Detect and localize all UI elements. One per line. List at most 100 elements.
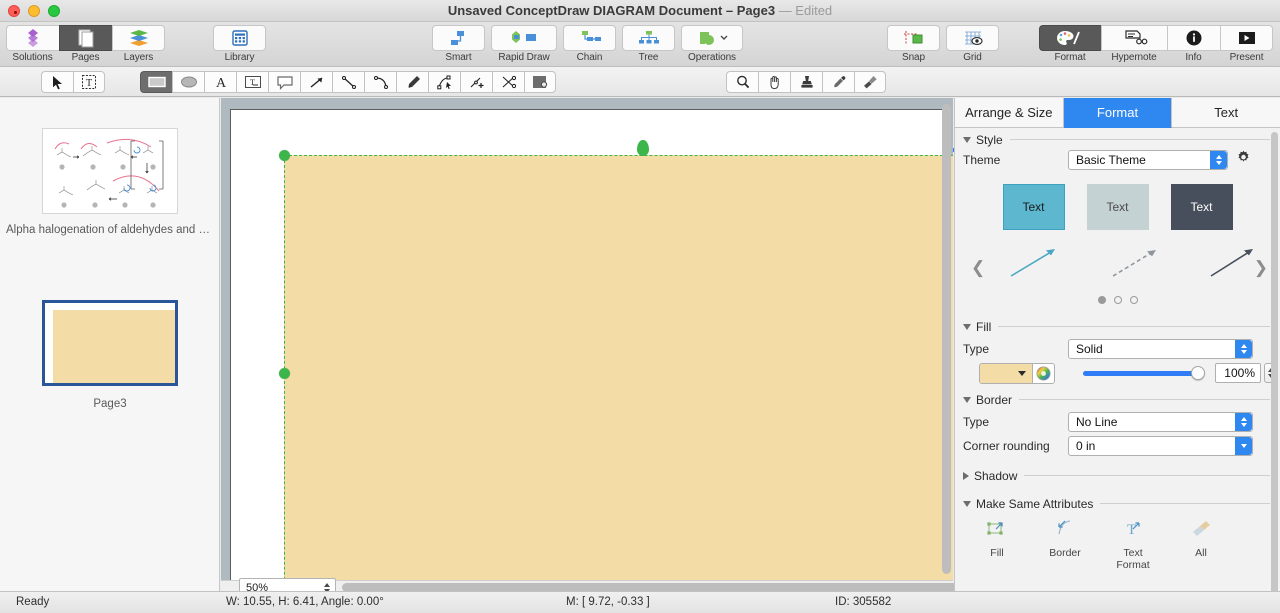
make-same-fill-button[interactable]: Fill (971, 518, 1023, 571)
edit-points-tool-icon[interactable] (428, 71, 460, 93)
section-header-border[interactable]: Border (955, 391, 1280, 408)
selection-handle-middle-left[interactable] (279, 368, 290, 379)
disclosure-triangle-down-icon[interactable] (963, 323, 971, 330)
panels-group: Solutions Pages Layers (6, 25, 165, 65)
shadow-tool-icon[interactable] (524, 71, 556, 93)
page-thumbnail-item-1[interactable]: Alpha halogenation of aldehydes and k… (0, 128, 220, 236)
selection-handle-top-left[interactable] (279, 150, 290, 161)
theme-select-arrows[interactable] (1210, 151, 1227, 169)
toolbar-button-format[interactable]: Format (1039, 25, 1101, 65)
toolbar-button-rapid-draw[interactable]: Rapid Draw (491, 25, 557, 65)
make-same-border-button[interactable]: Border (1039, 518, 1091, 571)
status-ready: Ready (16, 596, 50, 608)
fill-opacity-slider-knob[interactable] (1191, 365, 1205, 380)
section-header-make-same-attributes[interactable]: Make Same Attributes (955, 495, 1280, 512)
disclosure-triangle-down-icon[interactable] (963, 136, 971, 143)
toolbar-button-layers[interactable]: Layers (112, 25, 165, 65)
text-select-tool-icon[interactable]: T (73, 71, 105, 93)
toolbar-button-info[interactable]: Info (1167, 25, 1220, 65)
tab-arrange-size[interactable]: Arrange & Size (955, 98, 1064, 128)
page-dot-2[interactable] (1113, 296, 1122, 304)
toolbar-button-present[interactable]: Present (1220, 25, 1273, 65)
toolbar-button-operations[interactable]: Operations (681, 25, 743, 65)
page-dot-3[interactable] (1129, 296, 1138, 304)
pages-icon (59, 25, 112, 51)
line-tool-icon[interactable] (332, 71, 364, 93)
toolbar-label-snap: Snap (902, 52, 925, 63)
tools-toolbar: T A T (0, 67, 1280, 156)
page-thumbnail-item-2[interactable]: Page3 (0, 300, 220, 410)
rectangle-tool-icon[interactable] (140, 71, 172, 93)
ellipse-tool-icon[interactable] (172, 71, 204, 93)
pen-tool-icon[interactable] (396, 71, 428, 93)
theme-card-2[interactable]: Text (1086, 184, 1149, 230)
theme-card-1[interactable]: Text (1002, 184, 1065, 230)
toolbar-button-snap[interactable]: Snap (887, 25, 940, 65)
utility-tools-group (726, 71, 886, 93)
arc-tool-icon[interactable] (364, 71, 396, 93)
cut-path-tool-icon[interactable] (492, 71, 524, 93)
make-same-text-format-label: Text Format (1116, 547, 1150, 571)
stamp-tool-icon[interactable] (790, 71, 822, 93)
make-same-text-format-button[interactable]: T Text Format (1107, 518, 1159, 571)
section-header-shadow[interactable]: Shadow (955, 467, 1280, 484)
tab-format[interactable]: Format (1063, 98, 1173, 128)
eyedropper-tool-icon[interactable] (822, 71, 854, 93)
hand-tool-icon[interactable] (758, 71, 790, 93)
canvas-page[interactable] (230, 109, 953, 591)
toolbar-button-hypernote[interactable]: Hypernote (1101, 25, 1167, 65)
corner-rounding-select[interactable]: 0 in (1068, 436, 1253, 456)
color-wheel-icon[interactable] (1032, 363, 1054, 383)
toolbar-button-pages[interactable]: Pages (59, 25, 112, 65)
make-same-border-label: Border (1049, 547, 1081, 559)
theme-page-dots[interactable] (955, 296, 1280, 304)
canvas-viewport[interactable] (221, 98, 953, 591)
toolbar-button-chain[interactable]: Chain (563, 25, 616, 65)
toolbar-button-solutions[interactable]: Solutions (6, 25, 59, 65)
theme-preview-cards: Text Text Text (955, 184, 1280, 230)
disclosure-triangle-down-icon[interactable] (963, 500, 971, 507)
toolbar-label-pages: Pages (71, 52, 100, 63)
zoom-tool-icon[interactable] (726, 71, 758, 93)
chevron-right-icon[interactable]: ❯ (1254, 258, 1268, 278)
page-thumbnail-preview-1[interactable] (42, 128, 178, 214)
toolbar-button-smart[interactable]: Smart (432, 25, 485, 65)
disclosure-triangle-down-icon[interactable] (963, 396, 971, 403)
fill-color-picker[interactable] (979, 362, 1055, 384)
toolbar-button-library[interactable]: Library (213, 25, 266, 65)
tab-text[interactable]: Text (1172, 98, 1280, 128)
make-same-all-button[interactable]: All (1175, 518, 1227, 571)
fill-opacity-value[interactable]: 100% (1215, 363, 1261, 383)
drawing-tools-group: Smart Rapid Draw Chain Tree Operations (432, 25, 743, 65)
page-thumbnail-preview-2[interactable] (42, 300, 178, 386)
text-box-tool-icon[interactable]: T (236, 71, 268, 93)
gear-icon[interactable] (1236, 150, 1251, 170)
corner-rounding-arrow[interactable] (1235, 437, 1252, 455)
arrow-tool-icon[interactable] (300, 71, 332, 93)
section-header-style[interactable]: Style (955, 131, 1280, 148)
border-type-select[interactable]: No Line (1068, 412, 1253, 432)
fill-type-select-arrows[interactable] (1235, 340, 1252, 358)
fill-type-select[interactable]: Solid (1068, 339, 1253, 359)
svg-text:T: T (1127, 522, 1136, 538)
paintbrush-tool-icon[interactable] (854, 71, 886, 93)
canvas-vertical-scrollbar[interactable] (942, 104, 951, 574)
fill-color-swatch[interactable] (980, 363, 1032, 383)
inspector-scrollbar[interactable] (1271, 132, 1278, 613)
text-tool-icon[interactable]: A (204, 71, 236, 93)
toolbar-button-grid[interactable]: Grid (946, 25, 999, 65)
callout-tool-icon[interactable] (268, 71, 300, 93)
same-text-format-icon: T (1127, 522, 1140, 538)
pointer-tool-icon[interactable] (41, 71, 73, 93)
rotation-handle[interactable] (637, 140, 649, 156)
border-type-select-arrows[interactable] (1235, 413, 1252, 431)
page-dot-1[interactable] (1097, 296, 1106, 304)
toolbar-button-tree[interactable]: Tree (622, 25, 675, 65)
section-header-fill[interactable]: Fill (955, 318, 1280, 335)
selected-rectangle-shape[interactable] (284, 155, 953, 591)
disclosure-triangle-right-icon[interactable] (963, 471, 969, 480)
theme-card-3[interactable]: Text (1170, 184, 1233, 230)
theme-select[interactable]: Basic Theme (1068, 150, 1228, 170)
fill-opacity-slider[interactable] (1083, 365, 1205, 380)
add-point-tool-icon[interactable] (460, 71, 492, 93)
